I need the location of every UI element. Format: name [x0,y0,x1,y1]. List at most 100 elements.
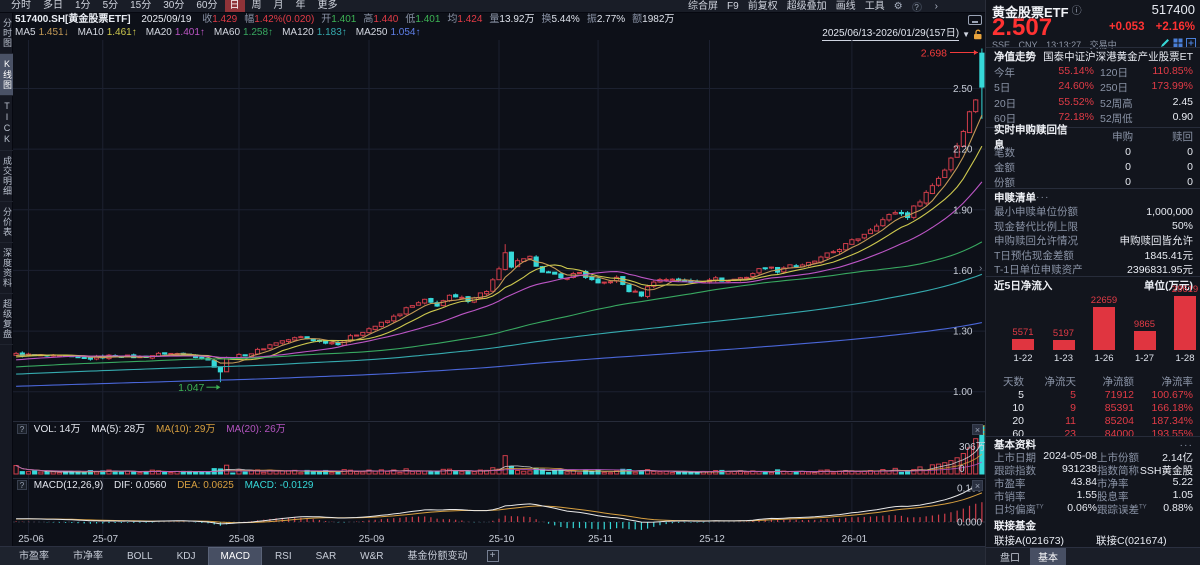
more-button[interactable]: ··· [1036,191,1050,203]
period-tab-多日[interactable]: 多日 [38,0,68,12]
flow-table-row: 201185204187.34% [994,414,1193,427]
flow-bar [1093,307,1115,350]
ma-label: MA10 [78,27,104,38]
flow-table-cell: 20 [994,415,1024,427]
sidebar-item-K线图[interactable]: K线图 [0,54,13,96]
realtime-subscription-section: 实时申购赎回信息 申购 赎回 笔数00金额00份额00 [986,129,1200,190]
indicator-tab-KDJ[interactable]: KDJ [166,548,207,565]
flow-table-cell: 10 [994,402,1024,414]
period-tabs: 分时多日1分5分15分30分60分日周月年更多 [0,0,343,12]
sidebar-item-深度资料[interactable]: 深度资料 [0,243,13,294]
info-field-value: 5.44% [551,14,579,25]
vol-ma5: MA(5): 28万 [91,424,145,435]
close-macd-pane-button[interactable]: × [972,480,983,491]
separator [986,47,1200,48]
quote-header: 黄金股票ETF ⓘ 517400 2.507 +0.053 +2.16% SSE… [986,0,1200,47]
feeder-fund-a[interactable]: 联接A(021673) [994,533,1064,548]
indicator-tab-W&R[interactable]: W&R [349,548,394,565]
subscription-list-section: 申赎清单 ··· 最小申赎单位份额1,000,000现金替代比例上限50%申购赎… [986,190,1200,277]
candlestick-chart[interactable]: 2.502.201.901.601.301.002.6981.047 [13,40,985,420]
help-icon[interactable]: ? [17,480,27,490]
indicator-tab-RSI[interactable]: RSI [264,548,303,565]
help-circle-icon[interactable]: ? [912,2,922,12]
period-tab-更多[interactable]: 更多 [313,0,343,12]
close-volume-pane-button[interactable]: × [972,424,983,435]
collapse-panel-chevron[interactable]: › [979,263,982,274]
period-tab-15分[interactable]: 15分 [125,0,156,12]
ma-value: 1.461↑ [107,27,137,38]
svg-text:306万: 306万 [959,442,985,453]
toolbar-button-前复权[interactable]: 前复权 [748,0,778,13]
flow-bar-value: 5197 [1042,328,1086,339]
caret-down-icon[interactable]: ▼ [962,29,970,41]
gear-icon[interactable]: ⚙ [894,0,903,13]
net-inflow-section: 近5日净流入 单位(万元) 55711-2251971-23226591-269… [986,278,1200,293]
sidebar-item-TICK[interactable]: TICK [0,96,13,151]
sidebar-item-成交明细[interactable]: 成交明细 [0,151,13,202]
period-tab-周[interactable]: 周 [247,0,267,12]
period-tab-5分[interactable]: 5分 [98,0,124,12]
add-indicator-icon[interactable]: + [487,550,499,562]
x-axis-labels: 25-0625-0725-0825-0925-1025-1125-1226-01 [13,534,985,546]
period-tab-年[interactable]: 年 [291,0,311,12]
flow-table-section: 天数净流天净流额净流率5571912100.67%10985391166.18%… [986,375,1200,440]
sidebar-item-超级复盘[interactable]: 超级复盘 [0,294,13,345]
perf-value: 2.45 [1173,96,1193,111]
perf-label: 今年 [994,65,1015,80]
toolbar-button-F9[interactable]: F9 [727,0,739,13]
macd-value: MACD: -0.0129 [245,480,314,491]
basic-info-row: 日均偏离TY0.06%跟踪误差TY0.88% [994,503,1193,516]
period-tab-日[interactable]: 日 [225,0,245,12]
flow-bar-date: 1-28 [1163,353,1200,364]
toolbar-button-画线[interactable]: 画线 [836,0,856,13]
right-tab-基本[interactable]: 基本 [1030,548,1066,565]
flow-title: 近5日净流入 [994,278,1052,293]
flow-table-cell: 5 [994,389,1024,401]
chevron-right-icon[interactable]: › [935,0,938,13]
flow-bar-date: 1-26 [1082,353,1126,364]
info-icon[interactable]: ⓘ [1072,6,1082,17]
help-icon[interactable]: ? [17,424,27,434]
flow-table-cell: 100.67% [1134,389,1193,401]
sidebar-item-分时图[interactable]: 分时图 [0,13,13,54]
indicator-tab-BOLL[interactable]: BOLL [116,548,164,565]
toolbar-button-超级叠加[interactable]: 超级叠加 [787,0,827,13]
period-tab-30分[interactable]: 30分 [158,0,189,12]
flow-table-header: 天数净流天净流额净流率 [994,375,1193,388]
period-tab-60分[interactable]: 60分 [191,0,222,12]
macd-header: ? MACD(12,26,9) DIF: 0.0560 DEA: 0.0625 … [17,479,322,492]
flow-bar-value: 28619 [1163,284,1200,295]
flow-bar-value: 9865 [1123,319,1167,330]
flow-table-col: 净流天 [1024,374,1076,389]
basic-label: 跟踪误差TY [1097,502,1147,517]
toolbar-button-工具[interactable]: 工具 [865,0,885,13]
mini-window-icon[interactable] [968,15,982,25]
macd-pane[interactable]: ? MACD(12,26,9) DIF: 0.0560 DEA: 0.0625 … [13,479,985,534]
chart-region: 517400.SH[黄金股票ETF] 2025/09/19 收1.429幅1.4… [13,13,985,565]
toolbar-button-综合屏[interactable]: 综合屏 [688,0,718,13]
right-tab-盘口[interactable]: 盘口 [992,548,1028,565]
sidebar-item-分价表[interactable]: 分价表 [0,202,13,243]
info-field-label: 低 [405,14,415,25]
volume-pane[interactable]: ? VOL: 14万 MA(5): 28万 MA(10): 29万 MA(20)… [13,423,985,478]
period-tab-月[interactable]: 月 [269,0,289,12]
indicator-tab-基金份额变动[interactable]: 基金份额变动 [397,548,479,565]
feeder-fund-c[interactable]: 联接C(021674) [1096,533,1167,548]
indicator-tab-市净率[interactable]: 市净率 [62,548,114,565]
period-tab-1分[interactable]: 1分 [70,0,96,12]
candlestick-pane[interactable]: 2.502.201.901.601.301.002.6981.047 [13,40,985,420]
period-tab-分时[interactable]: 分时 [6,0,36,12]
pane-separator [13,421,985,422]
flow-table-cell: 187.34% [1134,415,1193,427]
ma-label: MA120 [282,27,314,38]
unlock-icon[interactable] [973,29,983,40]
flow-bar-value: 5571 [1001,327,1045,338]
indicator-tab-SAR[interactable]: SAR [305,548,348,565]
more-button[interactable]: ··· [1180,439,1194,451]
info-field-value: 1.440 [373,14,398,25]
basic-label: 日均偏离TY [994,502,1044,517]
info-field-label: 均 [447,14,457,25]
indicator-tab-市盈率[interactable]: 市盈率 [8,548,60,565]
svg-text:1.00: 1.00 [953,387,973,398]
indicator-tab-MACD[interactable]: MACD [208,547,261,565]
